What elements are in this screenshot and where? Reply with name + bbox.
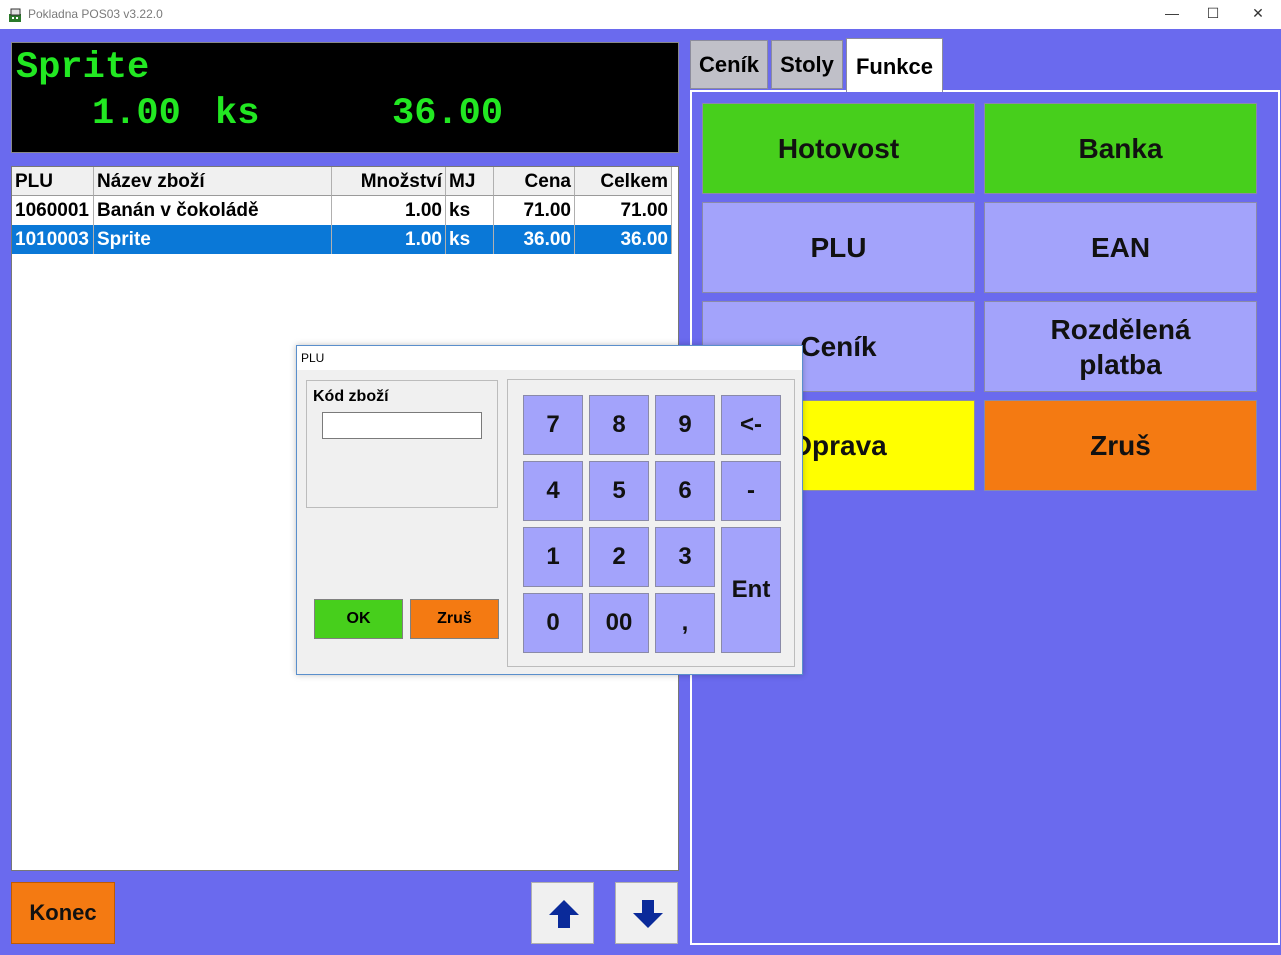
cell-plu: 1010003 (12, 225, 94, 254)
cell-celkem: 71.00 (575, 196, 672, 225)
key-6[interactable]: 6 (655, 461, 715, 521)
scroll-down-button[interactable] (615, 882, 678, 944)
key-minus[interactable]: - (721, 461, 781, 521)
key-2[interactable]: 2 (589, 527, 649, 587)
close-button[interactable]: ✕ (1235, 0, 1281, 29)
header-celkem[interactable]: Celkem (575, 167, 672, 196)
title-bar: Pokladna POS03 v3.22.0 — ☐ ✕ (0, 0, 1281, 29)
tab-funkce[interactable]: Funkce (846, 38, 943, 92)
key-backspace[interactable]: <- (721, 395, 781, 455)
display-price: 36.00 (392, 93, 504, 135)
header-name[interactable]: Název zboží (94, 167, 332, 196)
minimize-button[interactable]: — (1149, 0, 1195, 29)
arrow-down-icon (633, 900, 663, 928)
key-5[interactable]: 5 (589, 461, 649, 521)
dialog-title: PLU (297, 346, 802, 370)
key-7[interactable]: 7 (523, 395, 583, 455)
kod-zbozi-input[interactable] (322, 412, 482, 439)
key-8[interactable]: 8 (589, 395, 649, 455)
cell-celkem: 36.00 (575, 225, 672, 254)
ean-button[interactable]: EAN (984, 202, 1257, 293)
display-item-name: Sprite (16, 47, 150, 89)
display-quantity: 1.00 (92, 93, 181, 135)
key-9[interactable]: 9 (655, 395, 715, 455)
hotovost-button[interactable]: Hotovost (702, 103, 975, 194)
plu-dialog: PLU Kód zboží OK Zruš 7 8 9 <- 4 5 6 - 1… (296, 345, 803, 675)
key-00[interactable]: 00 (589, 593, 649, 653)
cell-qty: 1.00 (332, 196, 446, 225)
table-row-selected[interactable]: 1010003 Sprite 1.00 ks 36.00 36.00 (12, 225, 672, 254)
cell-cena: 71.00 (494, 196, 575, 225)
header-qty[interactable]: Množství (332, 167, 446, 196)
arrow-up-icon (549, 900, 579, 928)
cell-qty: 1.00 (332, 225, 446, 254)
cell-mj: ks (446, 196, 494, 225)
key-3[interactable]: 3 (655, 527, 715, 587)
table-header: PLU Název zboží Množství MJ Cena Celkem (12, 167, 672, 196)
cell-name: Sprite (94, 225, 332, 254)
zrus-button[interactable]: Zruš (984, 400, 1257, 491)
customer-display: Sprite 1.00 ks 36.00 (11, 42, 679, 153)
window-title: Pokladna POS03 v3.22.0 (28, 7, 163, 21)
table-row[interactable]: 1060001 Banán v čokoládě 1.00 ks 71.00 7… (12, 196, 672, 225)
cell-name: Banán v čokoládě (94, 196, 332, 225)
scroll-up-button[interactable] (531, 882, 594, 944)
cell-mj: ks (446, 225, 494, 254)
header-mj[interactable]: MJ (446, 167, 494, 196)
display-unit: ks (215, 93, 260, 135)
key-4[interactable]: 4 (523, 461, 583, 521)
key-enter[interactable]: Ent (721, 527, 781, 653)
header-cena[interactable]: Cena (494, 167, 575, 196)
app-icon (8, 7, 24, 23)
key-1[interactable]: 1 (523, 527, 583, 587)
cancel-button[interactable]: Zruš (410, 599, 499, 639)
cell-plu: 1060001 (12, 196, 94, 225)
key-0[interactable]: 0 (523, 593, 583, 653)
tab-cenik[interactable]: Ceník (690, 40, 768, 89)
key-comma[interactable]: , (655, 593, 715, 653)
cell-cena: 36.00 (494, 225, 575, 254)
maximize-button[interactable]: ☐ (1190, 0, 1236, 29)
header-plu[interactable]: PLU (12, 167, 94, 196)
ok-button[interactable]: OK (314, 599, 403, 639)
plu-button[interactable]: PLU (702, 202, 975, 293)
banka-button[interactable]: Banka (984, 103, 1257, 194)
konec-button[interactable]: Konec (11, 882, 115, 944)
kod-zbozi-label: Kód zboží (313, 388, 389, 405)
tab-stoly[interactable]: Stoly (771, 40, 843, 89)
rozdelena-platba-button[interactable]: Rozdělená platba (984, 301, 1257, 392)
